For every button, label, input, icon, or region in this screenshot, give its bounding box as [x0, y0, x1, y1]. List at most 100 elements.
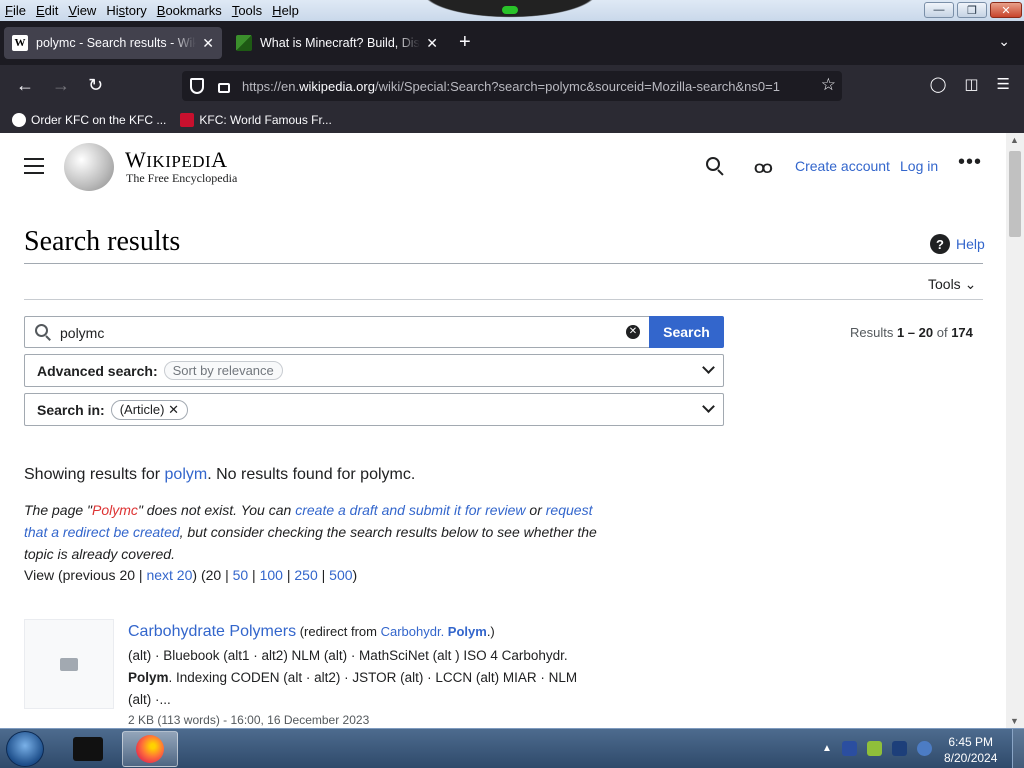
- create-account-link[interactable]: Create account: [795, 158, 890, 174]
- advanced-search-label: Advanced search:: [37, 362, 158, 379]
- shield-icon[interactable]: [841, 741, 857, 756]
- pocket-icon[interactable]: ◯: [930, 75, 947, 93]
- limit-500-link[interactable]: 500: [329, 567, 352, 583]
- wikipedia-wordmark[interactable]: WIKIPEDIA: [125, 147, 228, 173]
- close-tab-icon[interactable]: ✕: [202, 35, 214, 52]
- forward-icon[interactable]: →: [52, 75, 70, 96]
- search-in-panel[interactable]: Search in: (Article) ✕: [24, 393, 724, 426]
- result-meta: 2 KB (113 words) - 16:00, 16 December 20…: [128, 713, 370, 727]
- firefox-icon: [136, 735, 164, 763]
- list-tabs-icon[interactable]: ⌄: [998, 33, 1010, 50]
- remove-chip-icon[interactable]: ✕: [168, 402, 179, 417]
- reload-icon[interactable]: ↻: [88, 75, 103, 96]
- red-link[interactable]: Polymc: [92, 502, 138, 518]
- page-title: Search results: [24, 226, 181, 257]
- close-window-icon[interactable]: ✕: [990, 2, 1022, 18]
- wikipedia-logo[interactable]: [64, 143, 114, 191]
- app-tray-icon[interactable]: [866, 741, 882, 756]
- help-label: Help: [956, 236, 985, 252]
- more-options-icon[interactable]: •••: [958, 151, 982, 174]
- app-menu-icon[interactable]: ☰: [997, 75, 1010, 93]
- address-bar[interactable]: https://en.wikipedia.org/wiki/Special:Se…: [182, 71, 842, 101]
- menu-tools[interactable]: Tools: [227, 3, 267, 18]
- scroll-down-icon[interactable]: ▼: [1010, 716, 1019, 726]
- new-tab-icon[interactable]: +: [459, 31, 471, 54]
- result-title-link[interactable]: Carbohydrate Polymers: [128, 623, 296, 640]
- tools-dropdown[interactable]: Tools ⌄: [928, 276, 976, 293]
- chevron-down-icon[interactable]: [702, 400, 715, 413]
- toolbar-divider: [24, 299, 983, 300]
- start-button[interactable]: [6, 731, 44, 767]
- url-text[interactable]: https://en.wikipedia.org/wiki/Special:Se…: [242, 79, 812, 94]
- monitor-icon[interactable]: [891, 741, 907, 756]
- web-page: WIKIPEDIA The Free Encyclopedia OO Creat…: [0, 133, 1006, 728]
- menu-view[interactable]: View: [63, 3, 101, 18]
- scroll-up-icon[interactable]: ▲: [1010, 135, 1019, 145]
- clear-icon[interactable]: ✕: [626, 325, 640, 339]
- results-count: Results 1 – 20 of 174: [850, 325, 973, 340]
- menu-bookmarks[interactable]: Bookmarks: [152, 3, 227, 18]
- search-value: polymc: [60, 325, 105, 341]
- camera-notch: [410, 0, 610, 21]
- minecraft-icon: [236, 35, 252, 51]
- result-thumbnail[interactable]: [24, 619, 114, 709]
- camera-led-icon: [502, 6, 518, 14]
- help-icon: ?: [930, 234, 950, 254]
- create-draft-link[interactable]: create a draft and submit it for review: [295, 502, 525, 518]
- title-divider: [24, 263, 983, 264]
- network-icon[interactable]: [916, 741, 932, 756]
- tracking-protection-icon[interactable]: [190, 78, 204, 94]
- clock[interactable]: 6:45 PM 8/20/2024: [944, 734, 997, 766]
- chevron-down-icon[interactable]: [702, 361, 715, 374]
- page-scrollbar[interactable]: ▲ ▼: [1006, 133, 1024, 728]
- namespace-chip[interactable]: (Article) ✕: [110, 399, 189, 420]
- wikipedia-icon: W: [12, 35, 28, 51]
- log-in-link[interactable]: Log in: [900, 158, 938, 174]
- menu-history[interactable]: History: [101, 3, 151, 18]
- menu-edit[interactable]: Edit: [31, 3, 63, 18]
- search-icon: [35, 324, 51, 341]
- menu-file[interactable]: File: [0, 3, 31, 18]
- showing-results: Showing results for polym. No results fo…: [24, 466, 416, 483]
- search-icon[interactable]: [706, 157, 724, 176]
- image-placeholder-icon: [60, 657, 78, 671]
- advanced-search-panel[interactable]: Advanced search: Sort by relevance: [24, 354, 724, 387]
- search-input[interactable]: polymc ✕: [24, 316, 650, 348]
- main-menu-icon[interactable]: [24, 158, 44, 174]
- suggestion-link[interactable]: polym: [165, 466, 208, 483]
- appearance-icon[interactable]: OO: [754, 160, 773, 176]
- redirect-link[interactable]: Carbohydr. Polym: [381, 624, 487, 639]
- menu-help[interactable]: Help: [267, 3, 304, 18]
- bookmark-kfc-order[interactable]: Order KFC on the KFC ...: [12, 113, 166, 127]
- search-in-label: Search in:: [37, 401, 105, 418]
- taskbar: ▲ 6:45 PM 8/20/2024: [0, 728, 1024, 768]
- wikipedia-tagline: The Free Encyclopedia: [126, 171, 238, 185]
- limit-50-link[interactable]: 50: [233, 567, 249, 583]
- globe-icon: [12, 113, 26, 127]
- bookmark-star-icon[interactable]: ☆: [821, 75, 836, 95]
- restore-icon[interactable]: ❐: [957, 2, 987, 18]
- sort-chip[interactable]: Sort by relevance: [163, 361, 283, 380]
- scroll-thumb[interactable]: [1009, 151, 1021, 237]
- show-desktop-button[interactable]: [1012, 729, 1024, 768]
- lock-icon[interactable]: [218, 83, 230, 93]
- taskbar-firefox[interactable]: [122, 731, 178, 767]
- extensions-icon[interactable]: ◫: [964, 75, 978, 93]
- tab-bar: W polymc - Search results - Wikipedia ✕ …: [0, 21, 1024, 65]
- limit-250-link[interactable]: 250: [294, 567, 317, 583]
- close-tab-icon[interactable]: ✕: [426, 35, 438, 52]
- navigation-bar: ← → ↻ https://en.wikipedia.org/wiki/Spec…: [0, 65, 1024, 107]
- help-link[interactable]: ? Help: [930, 234, 985, 254]
- minimize-icon[interactable]: —: [924, 2, 954, 18]
- next-20-link[interactable]: next 20: [146, 567, 192, 583]
- kfc-icon: [180, 113, 195, 127]
- limit-100-link[interactable]: 100: [260, 567, 283, 583]
- search-button[interactable]: Search: [649, 316, 724, 348]
- tab-minecraft[interactable]: What is Minecraft? Build, Discover ✕: [228, 27, 446, 59]
- tray-expand-icon[interactable]: ▲: [822, 743, 832, 754]
- taskbar-terminal[interactable]: [60, 731, 116, 767]
- tab-wikipedia[interactable]: W polymc - Search results - Wikipedia ✕: [4, 27, 222, 59]
- bookmark-kfc-world[interactable]: KFC: World Famous Fr...: [180, 113, 332, 127]
- back-icon[interactable]: ←: [16, 75, 34, 96]
- bookmark-label: Order KFC on the KFC ...: [31, 113, 167, 127]
